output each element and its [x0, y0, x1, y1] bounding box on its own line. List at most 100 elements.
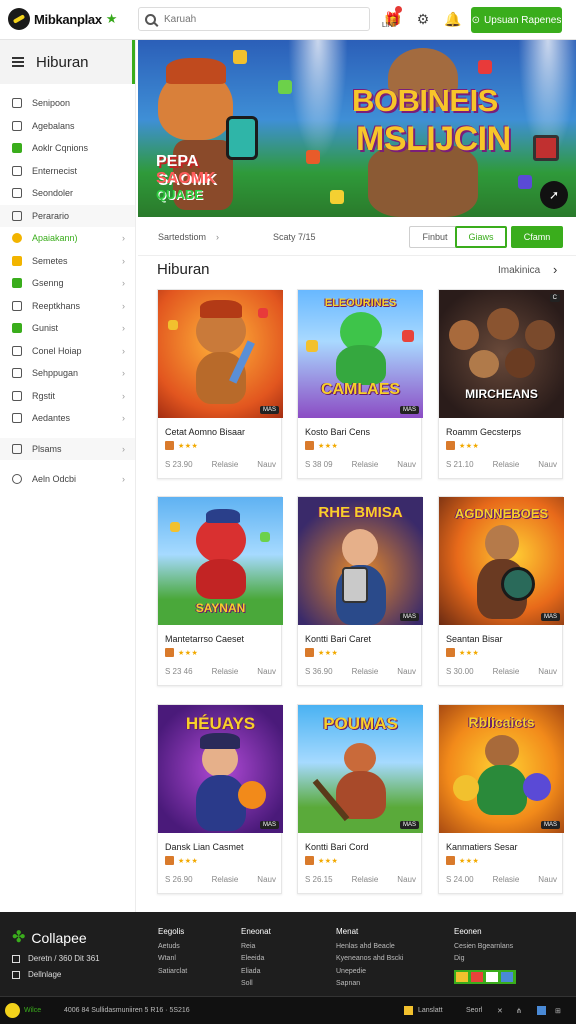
coin-icon [12, 233, 22, 244]
sidebar-header[interactable]: Hiburan [0, 40, 135, 84]
logo-text: Mibkanplax [34, 11, 102, 27]
card-meta: S 36.90 Relasie Nauv [305, 667, 416, 676]
filter-button[interactable]: Finbut [409, 226, 461, 248]
card-rating: ★★★ [305, 648, 338, 657]
result-count: Scaty 7/15 [273, 231, 316, 242]
filter-bar: Sartedstiom › Scaty 7/15 Finbut Giaws Cfa… [138, 218, 576, 256]
game-card[interactable]: POUMAS MAS Kontti Bari Cord ★★★ S 26.15 R… [297, 704, 423, 894]
footer-link[interactable]: Sapnan [336, 978, 403, 991]
footer-link[interactable]: Cesien Bgearnlans [454, 941, 516, 954]
footer-link[interactable]: Dig [454, 953, 516, 966]
site-logo[interactable]: Mibkanplax ★ [8, 8, 117, 30]
apply-filter-button[interactable]: Cfamn [511, 226, 563, 248]
app-store-badges[interactable] [454, 969, 516, 984]
bottom-logo-icon [5, 1003, 20, 1018]
sidebar-item[interactable]: Aeln Odcbi › [0, 468, 135, 491]
game-card[interactable]: AGDNNEBOES MAS Seantan Bisar ★★★ S 30.00… [438, 496, 564, 686]
sidebar-item[interactable]: Agebalans [0, 115, 135, 138]
sidebar-item[interactable]: Reeptkhans › [0, 295, 135, 318]
language-link[interactable]: Lanslatt [418, 1007, 443, 1014]
search-link[interactable]: Seorl [466, 1007, 482, 1014]
settings-icon[interactable]: ⚙ [412, 8, 434, 30]
card-meta: S 23.90 Relasie Nauv [165, 460, 276, 469]
game-card[interactable]: HÉUAYS MAS Dansk Lian Casmet ★★★ S 26.90… [157, 704, 283, 894]
footer-link[interactable]: Wtanl [158, 953, 187, 966]
share-icon[interactable]: ⋔ [516, 1007, 522, 1015]
cta-label: Upsuan Rapenes [484, 14, 562, 26]
sidebar-item[interactable]: Rgstit › [0, 385, 135, 408]
chart-icon [12, 300, 22, 311]
avatar [446, 441, 455, 450]
hero-sub-line1: PEPA [156, 153, 199, 170]
game-card[interactable]: ELEOURINES CAMLAES MAS Kosto Bari Cens ★… [297, 289, 423, 479]
sidebar-item[interactable]: Aedantes › [0, 407, 135, 430]
chevron-right-icon[interactable]: › [553, 262, 557, 277]
archive-icon [12, 413, 22, 424]
sidebar-item[interactable]: Plsams › [0, 437, 135, 460]
document-icon [12, 390, 22, 401]
bottom-bar: Wilce 4006 84 Sullidasmuniiren 5 R16 · 5… [0, 996, 576, 1024]
card-title: Mantetarrso Caeset [165, 634, 245, 644]
footer-link[interactable]: Henlas ahd Beacle [336, 941, 403, 954]
sidebar: Hiburan Senipoon Agebalans Aoklr Cqnions… [0, 40, 136, 912]
section-see-all-link[interactable]: Imakinica [498, 265, 540, 276]
games-filter-button[interactable]: Giaws [455, 226, 507, 248]
footer-link[interactable]: Eliada [241, 966, 271, 979]
search-icon [145, 13, 156, 25]
cta-user-icon: ⊙ [471, 14, 481, 26]
footer-link[interactable]: Satiarclat [158, 966, 187, 979]
mail-icon [12, 970, 20, 979]
avatar [305, 648, 314, 657]
menu-icon[interactable] [12, 57, 24, 67]
sidebar-item[interactable]: Perarario [0, 204, 135, 227]
sidebar-item[interactable]: Enternecist [0, 160, 135, 183]
sidebar-item-active[interactable]: Apaiakann) › [0, 227, 135, 250]
game-card[interactable]: RHE BMISA MAS Kontti Bari Caret ★★★ S 36… [297, 496, 423, 686]
game-thumbnail: AGDNNEBOES MAS [439, 497, 564, 625]
platform-badge: MAS [399, 613, 419, 621]
footer-link[interactable]: Unepedie [336, 966, 403, 979]
sidebar-item[interactable]: Conel Hoiap › [0, 340, 135, 363]
star-rating-icon: ★★★ [459, 649, 480, 657]
footer-brand[interactable]: ✤ Collapee [12, 930, 87, 947]
facebook-icon[interactable] [537, 1006, 546, 1015]
footer-link[interactable]: Eleeida [241, 953, 271, 966]
search-input[interactable] [164, 13, 354, 25]
search-box[interactable] [138, 7, 370, 31]
sidebar-item[interactable]: Aoklr Cqnions [0, 137, 135, 160]
hero-banner[interactable]: BOBINEIS MSLIJCIN PEPA SAOMK QUABE ➚ [138, 40, 576, 217]
sidebar-item[interactable]: Gunist › [0, 317, 135, 340]
floating-block [330, 190, 344, 204]
sidebar-item[interactable]: Senipoon [0, 92, 135, 115]
sidebar-item[interactable]: Seondoler [0, 182, 135, 205]
floating-block [478, 60, 492, 74]
game-card[interactable]: MIRCHEANS C Roamm Gecsterps ★★★ S 21.10 R… [438, 289, 564, 479]
floating-block [533, 135, 559, 161]
star-rating-icon: ★★★ [459, 857, 480, 865]
chevron-right-icon: › [122, 413, 125, 424]
notification-bell-icon[interactable]: 🔔 [442, 8, 464, 30]
card-title: Dansk Lian Casmet [165, 842, 244, 852]
sidebar-item[interactable]: Gsenng › [0, 272, 135, 295]
sidebar-title: Hiburan [36, 53, 89, 71]
sort-dropdown[interactable]: Sartedstiom › [158, 232, 219, 242]
sidebar-item[interactable]: Sehppugan › [0, 362, 135, 385]
top-cta-button[interactable]: ⊙ Upsuan Rapenes [471, 7, 562, 33]
card-meta: S 38 09 Relasie Nauv [305, 460, 416, 469]
rss-icon[interactable]: ⊞ [555, 1007, 561, 1015]
sidebar-item[interactable]: Semetes › [0, 250, 135, 273]
tag-icon [12, 120, 22, 131]
game-card[interactable]: SAYNAN Mantetarrso Caeset ★★★ S 23 46 Rel… [157, 496, 283, 686]
footer-link[interactable]: Kyeneanos ahd Bscki [336, 953, 403, 966]
game-card[interactable]: Rblicaicts MAS Kanmatiers Sesar ★★★ S 24… [438, 704, 564, 894]
game-card[interactable]: MAS Cetat Aomno Bisaar ★★★ S 23.90 Relasi… [157, 289, 283, 479]
badge-icon [471, 971, 483, 982]
footer-link[interactable]: Reia [241, 941, 271, 954]
avatar [446, 648, 455, 657]
hero-next-arrow-icon[interactable]: ➚ [540, 181, 568, 209]
star-rating-icon: ★★★ [459, 442, 480, 450]
game-thumbnail: RHE BMISA MAS [298, 497, 423, 625]
footer-link[interactable]: Soll [241, 978, 271, 991]
x-social-icon[interactable]: ✕ [497, 1007, 503, 1015]
footer-link[interactable]: Aetuds [158, 941, 187, 954]
